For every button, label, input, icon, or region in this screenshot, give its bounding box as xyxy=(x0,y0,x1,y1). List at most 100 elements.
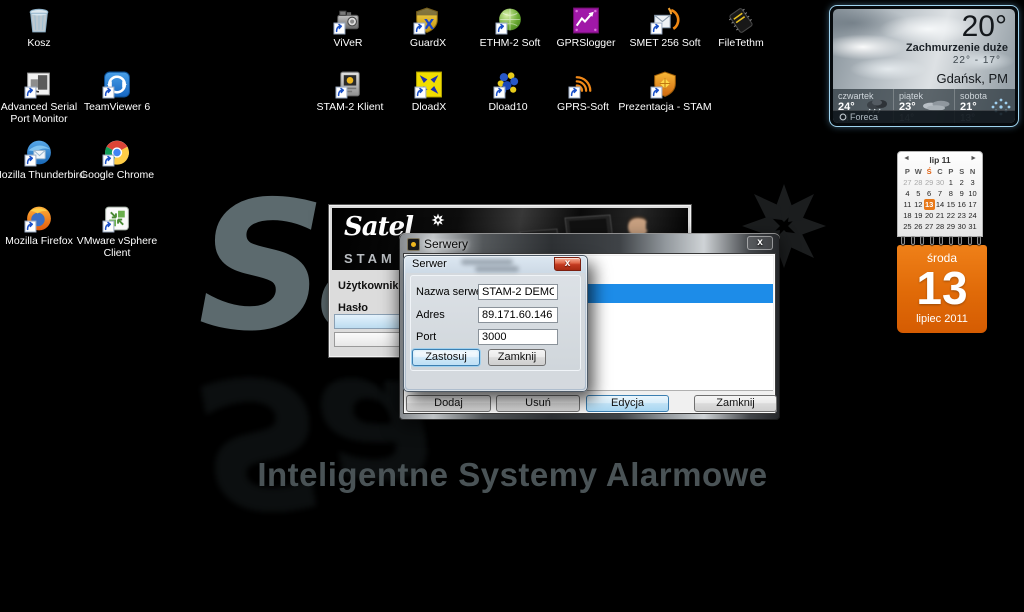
calendar-day-cell: 24 xyxy=(967,210,978,221)
viver-icon xyxy=(333,6,363,35)
calendar-day-cell: 4 xyxy=(902,188,913,199)
gprssoft-icon xyxy=(568,70,598,99)
weather-condition: Zachmurzenie duże xyxy=(906,42,1008,54)
calendar-day-cell: 8 xyxy=(945,188,956,199)
glass-smudge xyxy=(475,266,519,272)
calendar-next-icon[interactable]: ► xyxy=(970,155,977,162)
calendar-day-cell: 13 xyxy=(924,199,935,210)
calendar-spiral-binding xyxy=(898,236,984,246)
calendar-prev-icon[interactable]: ◄ xyxy=(903,155,910,162)
calendar-day-cell: 26 xyxy=(913,221,924,232)
server-dialog[interactable]: Serwer x Nazwa serwera Adres Port Zastos… xyxy=(403,255,588,392)
servers-close-button[interactable]: x xyxy=(747,236,773,250)
desktop-icon-label: Prezentacja - STAM xyxy=(617,101,713,113)
dload10-icon xyxy=(493,70,523,99)
prezentacja-icon xyxy=(650,70,680,99)
address-input[interactable] xyxy=(478,307,558,323)
address-label: Adres xyxy=(416,309,445,321)
calendar-day-cell: 15 xyxy=(945,199,956,210)
dloadx-icon xyxy=(414,70,444,99)
dialog-close-button[interactable]: x xyxy=(554,257,581,271)
calendar-day-cell: 25 xyxy=(902,221,913,232)
calendar-day-cell: 9 xyxy=(956,188,967,199)
calendar-day-cell: 1 xyxy=(945,177,956,188)
weather-location: Gdańsk, PM xyxy=(936,71,1008,86)
desktop-icon-label: TeamViewer 6 xyxy=(69,101,165,113)
calendar-gadget-top[interactable]: ◄ lip 11 ► PWŚCPSN2728293012345678910111… xyxy=(897,151,983,237)
calendar-day-cell: 5 xyxy=(913,188,924,199)
apply-button[interactable]: Zastosuj xyxy=(412,349,480,366)
remove-server-button[interactable]: Usuń xyxy=(496,395,580,412)
thunderbird-icon xyxy=(24,138,54,167)
desktop-icon-filetethm[interactable]: FileTethm xyxy=(693,6,789,49)
stam-product-name: STAM xyxy=(344,251,396,266)
svg-text:X: X xyxy=(424,18,435,33)
smet-icon xyxy=(650,6,680,35)
desktop-icon-prezentacja[interactable]: Prezentacja - STAM xyxy=(617,70,713,113)
calendar-day-letter: W xyxy=(913,166,924,177)
calendar-day-letter: N xyxy=(967,166,978,177)
calendar-day-cell: 30 xyxy=(956,221,967,232)
calendar-day-cell: 18 xyxy=(902,210,913,221)
aspm-icon xyxy=(24,70,54,99)
filetethm-icon xyxy=(726,6,756,35)
desktop-icon-label: Google Chrome xyxy=(69,169,165,181)
port-label: Port xyxy=(416,331,436,343)
weather-panel: 20° Zachmurzenie duże 22° - 17° Gdańsk, … xyxy=(833,9,1015,123)
glass-smudge xyxy=(461,259,513,265)
chrome-icon xyxy=(102,138,132,167)
calendar-day-cell: 21 xyxy=(935,210,946,221)
foreca-logo-icon xyxy=(839,113,847,121)
desktop-icon-vmware[interactable]: VMware vSphere Client xyxy=(69,204,165,259)
weather-gadget[interactable]: 20° Zachmurzenie duże 22° - 17° Gdańsk, … xyxy=(829,5,1019,127)
user-label: Użytkownik xyxy=(338,280,399,292)
satel-logo-star-icon xyxy=(431,213,445,227)
add-server-button[interactable]: Dodaj xyxy=(406,395,491,412)
edit-server-button[interactable]: Edycja xyxy=(586,395,669,412)
calendar-grid: PWŚCPSN272829301234567891011121314151617… xyxy=(898,165,982,233)
password-label: Hasło xyxy=(338,302,368,314)
calendar-day-cell: 17 xyxy=(967,199,978,210)
port-input[interactable] xyxy=(478,329,558,345)
calendar-day-cell: 16 xyxy=(956,199,967,210)
calendar-day-cell: 29 xyxy=(924,177,935,188)
calendar-day-cell: 14 xyxy=(935,199,946,210)
servers-window-titlebar[interactable]: Serwery xyxy=(407,236,468,252)
calendar-day-cell: 22 xyxy=(945,210,956,221)
calendar-day-cell: 30 xyxy=(935,177,946,188)
guardx-icon: X xyxy=(413,6,443,35)
close-servers-button[interactable]: Zamknij xyxy=(694,395,777,412)
calendar-day-cell: 20 xyxy=(924,210,935,221)
calendar-day-cell: 29 xyxy=(945,221,956,232)
ethm2-icon xyxy=(495,6,525,35)
tagline: Inteligentne Systemy Alarmowe xyxy=(225,456,800,494)
calendar-month-year: lipiec 2011 xyxy=(897,313,987,325)
calendar-month-label: lip 11 xyxy=(929,155,950,165)
desktop-icon-kosz[interactable]: Kosz xyxy=(0,6,87,49)
weather-credit: Foreca xyxy=(833,110,1015,123)
calendar-day-cell: 27 xyxy=(902,177,913,188)
temp-range: 22° - 17° xyxy=(953,55,1001,66)
teamviewer-icon xyxy=(102,70,132,99)
stam-app-icon xyxy=(407,238,420,251)
kosz-icon xyxy=(24,6,54,35)
server-name-input[interactable] xyxy=(478,284,558,300)
calendar-day-number: 13 xyxy=(897,265,987,311)
calendar-day-cell: 12 xyxy=(913,199,924,210)
calendar-day-cell: 28 xyxy=(913,177,924,188)
servers-window-title: Serwery xyxy=(424,237,468,251)
desktop-icon-chrome[interactable]: Google Chrome xyxy=(69,138,165,181)
calendar-gadget-page[interactable]: środa 13 lipiec 2011 xyxy=(897,245,987,333)
calendar-day-cell: 10 xyxy=(967,188,978,199)
desktop-icon-teamviewer[interactable]: TeamViewer 6 xyxy=(69,70,165,113)
calendar-day-cell: 27 xyxy=(924,221,935,232)
desktop-icon-label: Kosz xyxy=(0,37,87,49)
close-dialog-button[interactable]: Zamknij xyxy=(488,349,546,366)
gprslogger-icon xyxy=(571,6,601,35)
calendar-day-cell: 11 xyxy=(902,199,913,210)
calendar-day-cell: 7 xyxy=(935,188,946,199)
current-temp: 20° xyxy=(962,10,1007,44)
desktop-icon-label: VMware vSphere Client xyxy=(69,235,165,259)
desktop: Sa Sa Inteligentne Systemy Alarmowe Kosz… xyxy=(0,0,1024,612)
calendar-day-letter: C xyxy=(935,166,946,177)
